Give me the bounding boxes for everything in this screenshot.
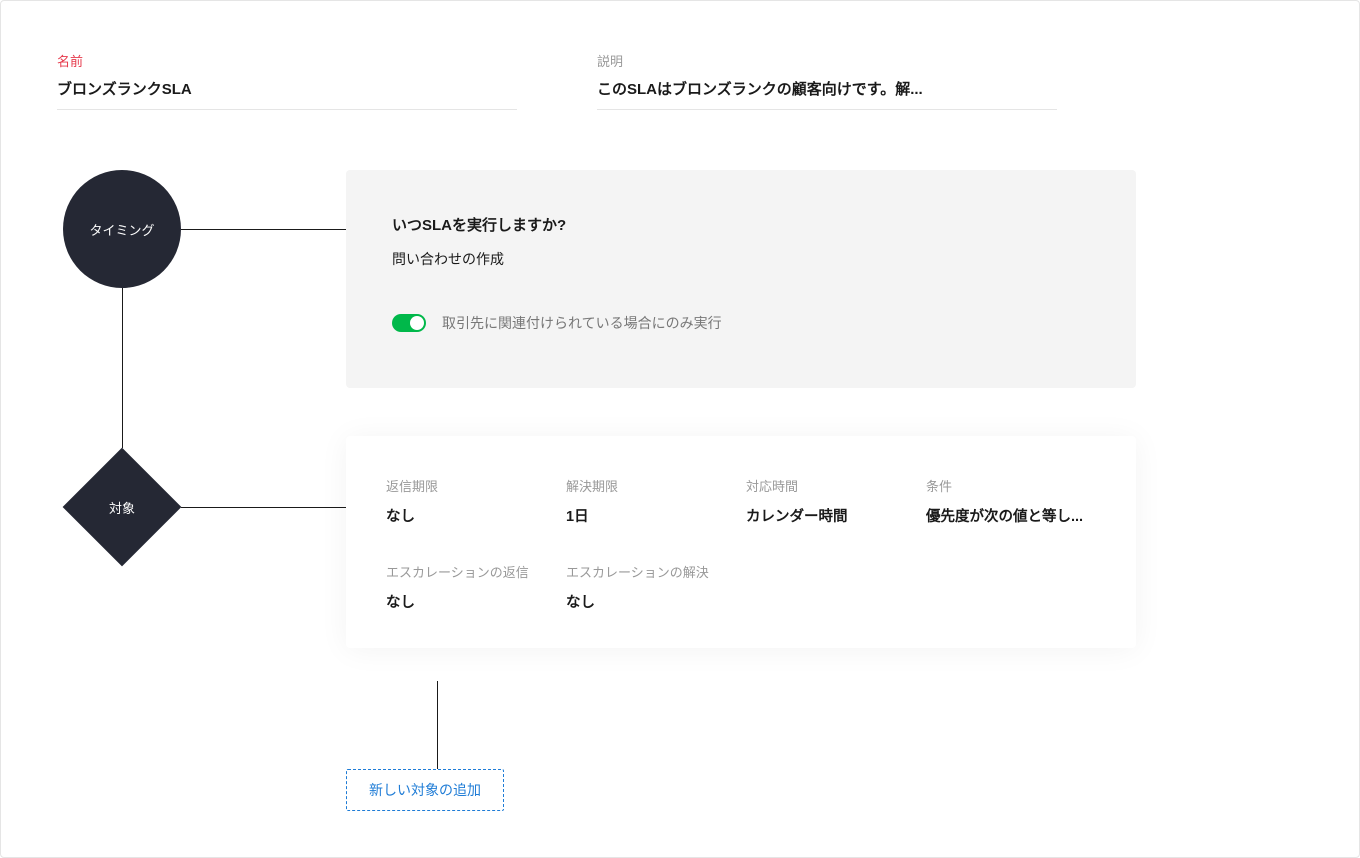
description-value: このSLAはブロンズランクの顧客向けです。解... xyxy=(597,78,1057,110)
target-grid: 返信期限 なし 解決期限 1日 対応時間 カレンダー時間 条件 優先度が次の値と… xyxy=(386,476,1096,612)
field-value: カレンダー時間 xyxy=(746,505,916,526)
field-value: 優先度が次の値と等し... xyxy=(926,505,1096,526)
add-target-button[interactable]: 新しい対象の追加 xyxy=(346,769,504,811)
account-only-toggle[interactable] xyxy=(392,314,426,332)
target-node[interactable]: 対象 xyxy=(63,448,181,566)
connector-line xyxy=(437,681,438,769)
escalation-reply-field: エスカレーションの返信 なし xyxy=(386,562,556,612)
field-label: 対応時間 xyxy=(746,476,916,495)
resolve-deadline-field: 解決期限 1日 xyxy=(566,476,736,526)
description-field[interactable]: 説明 このSLAはブロンズランクの顧客向けです。解... xyxy=(597,51,1057,110)
response-time-field: 対応時間 カレンダー時間 xyxy=(746,476,916,526)
timing-card-value: 問い合わせの作成 xyxy=(392,249,1090,269)
field-label: エスカレーションの解決 xyxy=(566,562,736,581)
name-value: ブロンズランクSLA xyxy=(57,78,517,110)
field-label: 解決期限 xyxy=(566,476,736,495)
target-node-label: 対象 xyxy=(109,498,135,517)
name-label: 名前 xyxy=(57,51,517,70)
connector-line xyxy=(122,288,123,448)
timing-node-label: タイミング xyxy=(89,220,154,239)
toggle-row: 取引先に関連付けられている場合にのみ実行 xyxy=(392,313,1090,333)
timing-node[interactable]: タイミング xyxy=(63,170,181,288)
name-field[interactable]: 名前 ブロンズランクSLA xyxy=(57,51,517,110)
sla-editor-container: 名前 ブロンズランクSLA 説明 このSLAはブロンズランクの顧客向けです。解.… xyxy=(0,0,1360,858)
timing-card-title: いつSLAを実行しますか? xyxy=(392,214,1090,235)
field-label: エスカレーションの返信 xyxy=(386,562,556,581)
field-value: なし xyxy=(386,505,556,526)
field-label: 返信期限 xyxy=(386,476,556,495)
target-card[interactable]: 返信期限 なし 解決期限 1日 対応時間 カレンダー時間 条件 優先度が次の値と… xyxy=(346,436,1136,648)
field-label: 条件 xyxy=(926,476,1096,495)
toggle-knob xyxy=(410,316,424,330)
toggle-label: 取引先に関連付けられている場合にのみ実行 xyxy=(442,313,722,333)
connector-line xyxy=(181,507,346,508)
field-value: 1日 xyxy=(566,505,736,526)
header-fields: 名前 ブロンズランクSLA 説明 このSLAはブロンズランクの顧客向けです。解.… xyxy=(1,1,1359,110)
field-value: なし xyxy=(566,591,736,612)
timing-card[interactable]: いつSLAを実行しますか? 問い合わせの作成 取引先に関連付けられている場合にの… xyxy=(346,170,1136,388)
condition-field: 条件 優先度が次の値と等し... xyxy=(926,476,1096,526)
reply-deadline-field: 返信期限 なし xyxy=(386,476,556,526)
description-label: 説明 xyxy=(597,51,1057,70)
escalation-resolve-field: エスカレーションの解決 なし xyxy=(566,562,736,612)
field-value: なし xyxy=(386,591,556,612)
connector-line xyxy=(181,229,346,230)
